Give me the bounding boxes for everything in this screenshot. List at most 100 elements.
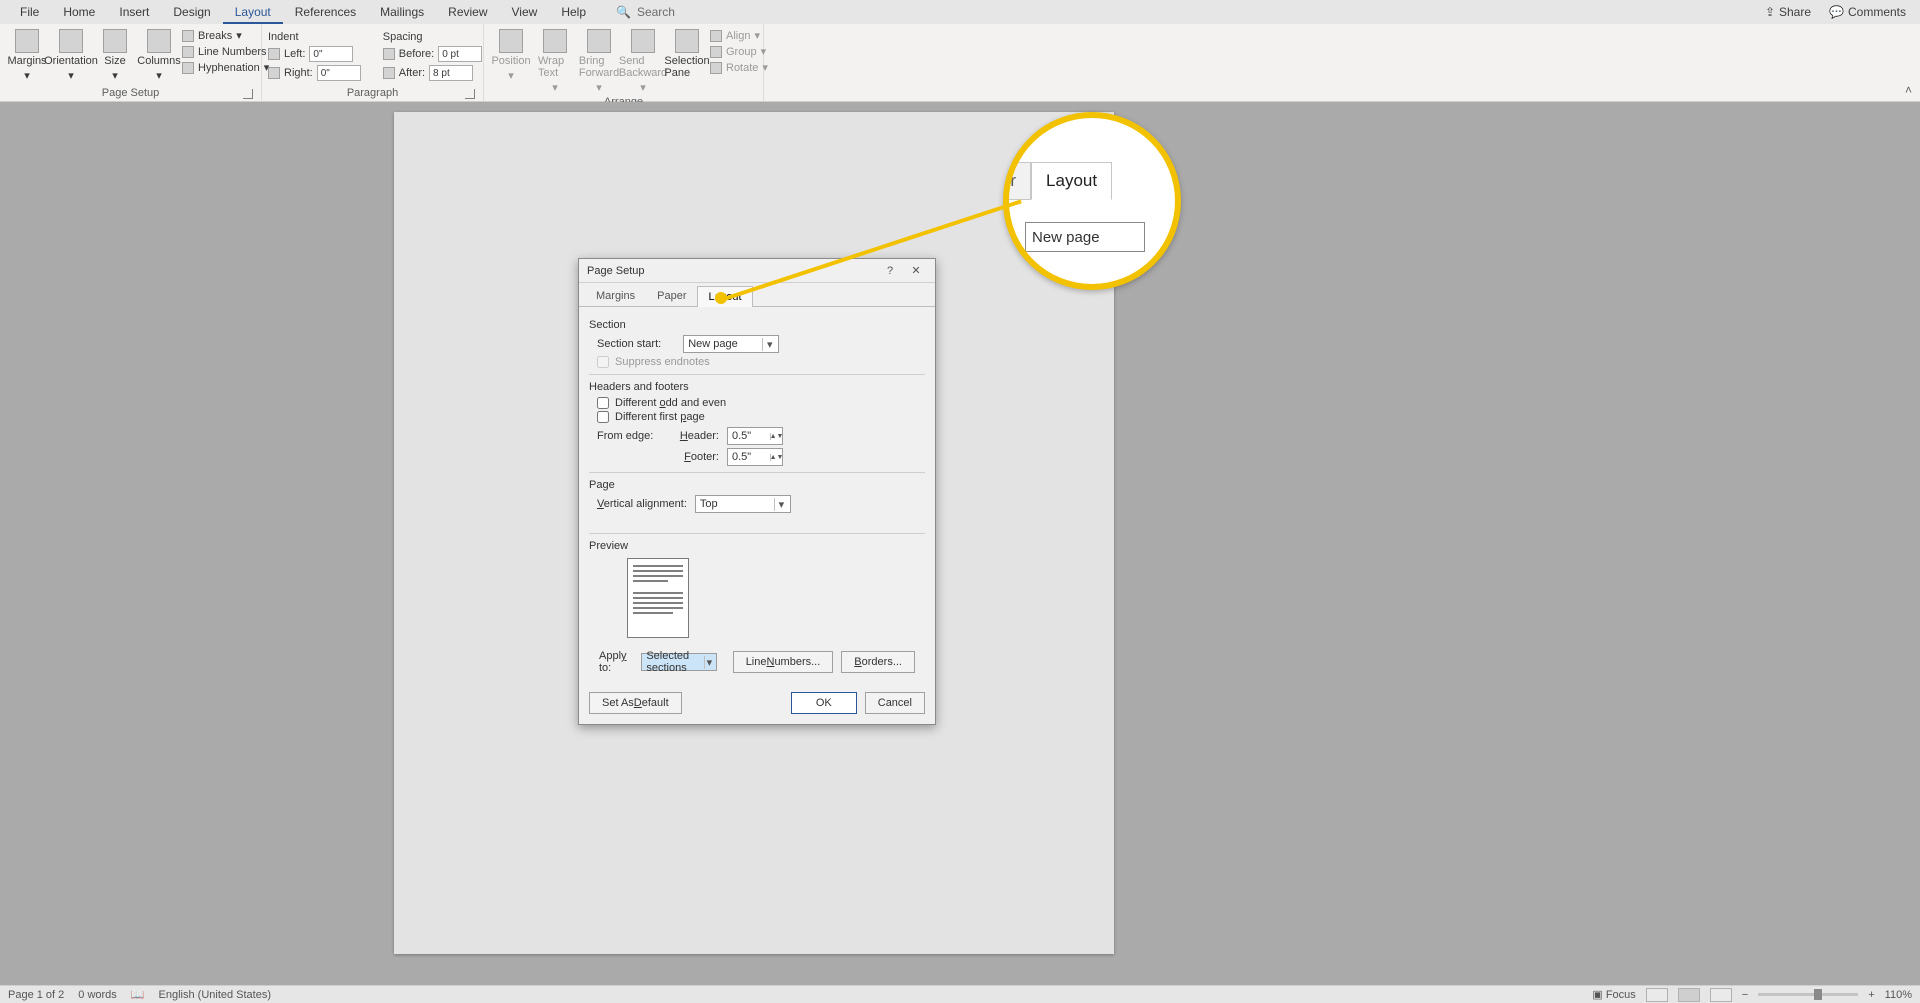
columns-button[interactable]: Columns▾ — [138, 27, 180, 84]
status-words[interactable]: 0 words — [78, 989, 117, 1001]
vertical-alignment-label: Vertical alignment: — [597, 498, 687, 510]
breaks-label: Breaks — [198, 30, 232, 42]
group-button: Group ▾ — [710, 45, 768, 58]
dialog-titlebar: Page Setup ? ✕ — [579, 259, 935, 283]
suppress-endnotes-label: Suppress endnotes — [615, 356, 710, 368]
send-backward-label: Send Backward — [619, 55, 667, 79]
spacing-after-row: After: 8 pt — [383, 65, 482, 81]
indent-left-label: Left: — [284, 48, 305, 60]
bring-forward-button: Bring Forward▾ — [578, 27, 620, 96]
footer-distance-input[interactable]: 0.5"▲▼ — [727, 448, 783, 466]
indent-right-icon — [268, 67, 280, 79]
vertical-alignment-combo[interactable]: Top▾ — [695, 495, 791, 513]
preview-thumbnail — [627, 558, 689, 638]
different-odd-even-checkbox[interactable]: Different odd and even — [597, 397, 925, 409]
document-area: Page Setup ? ✕ Margins Paper Layout Sect… — [0, 102, 1920, 985]
view-print-layout[interactable] — [1678, 988, 1700, 1002]
dialog-tab-margins[interactable]: Margins — [585, 285, 646, 306]
share-icon: ⇪ — [1765, 5, 1775, 19]
spacing-before-row: Before:0 pt — [383, 46, 482, 62]
section-start-value: New page — [688, 338, 738, 350]
zoom-thumb[interactable] — [1814, 989, 1822, 1000]
comments-label: Comments — [1848, 5, 1906, 19]
borders-button[interactable]: Borders... — [841, 651, 915, 673]
line-numbers-button[interactable]: Line Numbers... — [733, 651, 834, 673]
indent-right-input[interactable]: 0" — [317, 65, 361, 81]
focus-mode-button[interactable]: ▣ Focus — [1592, 988, 1635, 1001]
status-language[interactable]: English (United States) — [159, 989, 272, 1001]
callout-new-page-value: New page — [1032, 229, 1100, 246]
hyphenation-icon — [182, 62, 194, 74]
dialog-tab-paper[interactable]: Paper — [646, 285, 697, 306]
tab-review[interactable]: Review — [436, 1, 499, 24]
spacing-after-input[interactable]: 8 pt — [429, 65, 473, 81]
apply-to-combo[interactable]: Selected sections▾ — [641, 653, 716, 671]
tab-view[interactable]: View — [500, 1, 550, 24]
page-setup-launcher[interactable] — [243, 89, 253, 99]
from-edge-label: From edge: — [597, 430, 667, 442]
share-button[interactable]: ⇪Share — [1765, 5, 1811, 19]
different-first-page-checkbox[interactable]: Different first page — [597, 411, 925, 423]
tab-file[interactable]: File — [8, 1, 51, 24]
align-label: Align — [726, 30, 750, 42]
align-icon — [710, 30, 722, 42]
spacing-after-icon — [383, 67, 395, 79]
search-label: Search — [637, 5, 675, 19]
ribbon: Margins▾ Orientation▾ Size▾ Columns▾ Bre… — [0, 24, 1920, 102]
tab-home[interactable]: Home — [51, 1, 107, 24]
orientation-button[interactable]: Orientation▾ — [50, 27, 92, 84]
margins-button[interactable]: Margins▾ — [6, 27, 48, 84]
size-button[interactable]: Size▾ — [94, 27, 136, 84]
orientation-label: Orientation — [44, 55, 98, 67]
focus-label: Focus — [1606, 989, 1636, 1001]
position-button: Position▾ — [490, 27, 532, 84]
zoom-value[interactable]: 110% — [1885, 989, 1912, 1001]
collapse-ribbon-button[interactable]: ˄ — [1905, 83, 1912, 97]
tab-references[interactable]: References — [283, 1, 368, 24]
tab-design[interactable]: Design — [161, 1, 222, 24]
section-start-combo[interactable]: New page▾ — [683, 335, 779, 353]
paragraph-group-label: Paragraph — [268, 87, 477, 101]
view-web-layout[interactable] — [1710, 988, 1732, 1002]
apply-to-value: Selected sections — [646, 650, 704, 674]
different-first-page-label: Different first page — [615, 411, 705, 423]
tab-layout[interactable]: Layout — [223, 1, 283, 24]
selection-pane-button[interactable]: Selection Pane — [666, 27, 708, 81]
zoom-in-button[interactable]: + — [1868, 989, 1874, 1001]
breaks-icon — [182, 30, 194, 42]
spacing-after-label: After: — [399, 67, 425, 79]
chevron-down-icon: ▾ — [704, 656, 714, 669]
spacing-before-input[interactable]: 0 pt — [438, 46, 482, 62]
dialog-help-button[interactable]: ? — [877, 261, 903, 281]
comments-button[interactable]: 💬Comments — [1829, 5, 1906, 19]
spinner-icon[interactable]: ▲▼ — [770, 454, 782, 461]
tab-help[interactable]: Help — [549, 1, 598, 24]
dialog-title: Page Setup — [587, 265, 645, 277]
ok-button[interactable]: OK — [791, 692, 857, 714]
search-box[interactable]: 🔍 Search — [616, 5, 675, 19]
indent-left-input[interactable]: 0" — [309, 46, 353, 62]
suppress-endnotes-checkbox: Suppress endnotes — [597, 356, 925, 368]
tab-mailings[interactable]: Mailings — [368, 1, 436, 24]
view-read-mode[interactable] — [1646, 988, 1668, 1002]
line-numbers-icon — [182, 46, 194, 58]
page-heading: Page — [589, 479, 925, 491]
zoom-out-button[interactable]: − — [1742, 989, 1748, 1001]
size-label: Size — [104, 55, 125, 67]
zoom-slider[interactable] — [1758, 993, 1858, 996]
dialog-close-button[interactable]: ✕ — [903, 261, 929, 281]
tab-insert[interactable]: Insert — [107, 1, 161, 24]
spellcheck-icon[interactable]: 📖 — [131, 988, 145, 1001]
cancel-button[interactable]: Cancel — [865, 692, 925, 714]
callout-anchor-dot — [715, 292, 727, 304]
set-as-default-button[interactable]: Set As Default — [589, 692, 682, 714]
spinner-icon[interactable]: ▲▼ — [770, 433, 782, 440]
send-backward-button: Send Backward▾ — [622, 27, 664, 96]
group-icon — [710, 46, 722, 58]
hyphenation-label: Hyphenation — [198, 62, 260, 74]
header-distance-input[interactable]: 0.5"▲▼ — [727, 427, 783, 445]
indent-right-label: Right: — [284, 67, 313, 79]
status-page[interactable]: Page 1 of 2 — [8, 989, 64, 1001]
paragraph-launcher[interactable] — [465, 89, 475, 99]
rotate-icon — [710, 62, 722, 74]
